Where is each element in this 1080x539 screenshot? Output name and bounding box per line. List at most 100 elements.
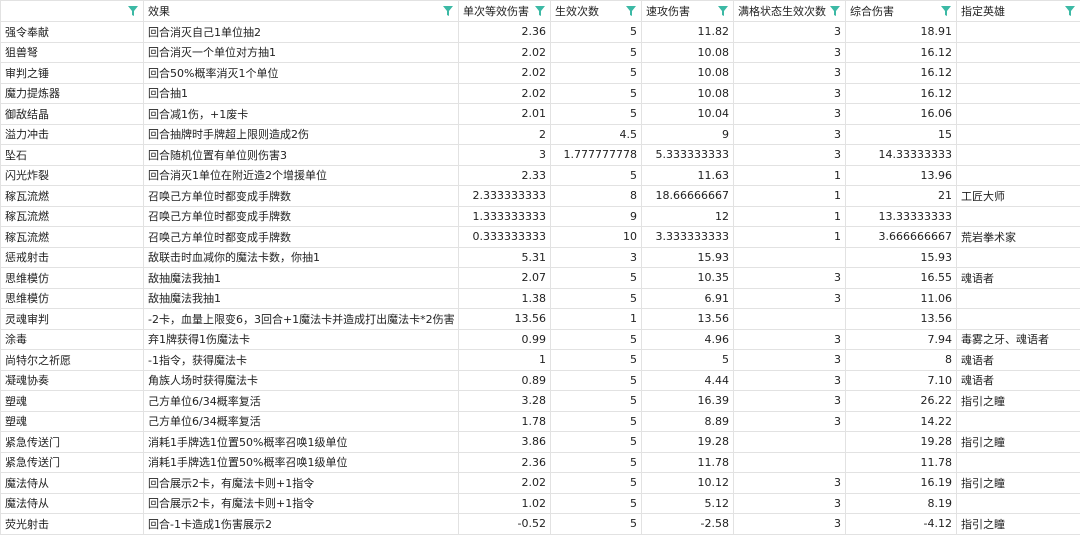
cell-single-damage[interactable]: 3 bbox=[458, 144, 551, 166]
cell-trigger-count[interactable]: 5 bbox=[550, 21, 642, 43]
cell-total-damage[interactable]: 14.22 bbox=[845, 410, 957, 432]
cell-effect[interactable]: 回合展示2卡，有魔法卡则+1指令 bbox=[143, 492, 459, 514]
cell-trigger-count[interactable]: 9 bbox=[550, 205, 642, 227]
cell-single-damage[interactable]: 3.28 bbox=[458, 390, 551, 412]
cell-rush-damage[interactable]: 19.28 bbox=[641, 431, 734, 453]
cell-full-trigger-count[interactable]: 3 bbox=[733, 328, 846, 350]
cell-full-trigger-count[interactable] bbox=[733, 308, 846, 330]
cell-card-name[interactable]: 惩戒射击 bbox=[0, 246, 144, 268]
cell-hero[interactable]: 毒雾之牙、魂语者 bbox=[956, 328, 1080, 350]
cell-total-damage[interactable]: 7.94 bbox=[845, 328, 957, 350]
cell-full-trigger-count[interactable]: 3 bbox=[733, 390, 846, 412]
filter-icon[interactable] bbox=[829, 5, 841, 17]
cell-rush-damage[interactable]: 5.333333333 bbox=[641, 144, 734, 166]
cell-rush-damage[interactable]: 10.08 bbox=[641, 41, 734, 63]
cell-single-damage[interactable]: 2.02 bbox=[458, 82, 551, 104]
cell-full-trigger-count[interactable] bbox=[733, 246, 846, 268]
cell-full-trigger-count[interactable]: 3 bbox=[733, 369, 846, 391]
cell-card-name[interactable]: 稼瓦流燃 bbox=[0, 205, 144, 227]
cell-total-damage[interactable]: 19.28 bbox=[845, 431, 957, 453]
cell-effect[interactable]: 敌抽魔法我抽1 bbox=[143, 287, 459, 309]
cell-trigger-count[interactable]: 5 bbox=[550, 451, 642, 473]
cell-hero[interactable]: 指引之瞳 bbox=[956, 513, 1080, 535]
column-header-trigger-count[interactable]: 生效次数 bbox=[550, 0, 642, 22]
cell-single-damage[interactable]: 2.07 bbox=[458, 267, 551, 289]
cell-rush-damage[interactable]: 4.96 bbox=[641, 328, 734, 350]
cell-single-damage[interactable]: 2.33 bbox=[458, 164, 551, 186]
cell-card-name[interactable]: 闪光炸裂 bbox=[0, 164, 144, 186]
cell-trigger-count[interactable]: 5 bbox=[550, 492, 642, 514]
cell-card-name[interactable]: 思维模仿 bbox=[0, 267, 144, 289]
cell-hero[interactable] bbox=[956, 410, 1080, 432]
cell-total-damage[interactable]: 18.91 bbox=[845, 21, 957, 43]
cell-single-damage[interactable]: 2.01 bbox=[458, 103, 551, 125]
cell-total-damage[interactable]: 8 bbox=[845, 349, 957, 371]
cell-rush-damage[interactable]: 5.12 bbox=[641, 492, 734, 514]
column-header-rush-damage[interactable]: 速攻伤害 bbox=[641, 0, 734, 22]
cell-effect[interactable]: 回合-1卡造成1伤害展示2 bbox=[143, 513, 459, 535]
cell-total-damage[interactable]: 15.93 bbox=[845, 246, 957, 268]
cell-card-name[interactable]: 尚特尔之祈愿 bbox=[0, 349, 144, 371]
cell-trigger-count[interactable]: 5 bbox=[550, 62, 642, 84]
cell-effect[interactable]: 召唤己方单位时都变成手牌数 bbox=[143, 185, 459, 207]
cell-effect[interactable]: 回合展示2卡，有魔法卡则+1指令 bbox=[143, 472, 459, 494]
cell-trigger-count[interactable]: 5 bbox=[550, 41, 642, 63]
cell-hero[interactable]: 魂语者 bbox=[956, 369, 1080, 391]
cell-trigger-count[interactable]: 5 bbox=[550, 164, 642, 186]
cell-trigger-count[interactable]: 5 bbox=[550, 390, 642, 412]
cell-card-name[interactable]: 紧急传送门 bbox=[0, 451, 144, 473]
cell-total-damage[interactable]: 16.12 bbox=[845, 82, 957, 104]
cell-single-damage[interactable]: 2.333333333 bbox=[458, 185, 551, 207]
cell-rush-damage[interactable]: 11.78 bbox=[641, 451, 734, 473]
cell-hero[interactable] bbox=[956, 246, 1080, 268]
cell-hero[interactable] bbox=[956, 103, 1080, 125]
cell-single-damage[interactable]: 0.333333333 bbox=[458, 226, 551, 248]
cell-single-damage[interactable]: -0.52 bbox=[458, 513, 551, 535]
cell-effect[interactable]: 角族人场时获得魔法卡 bbox=[143, 369, 459, 391]
cell-card-name[interactable]: 紧急传送门 bbox=[0, 431, 144, 453]
cell-hero[interactable] bbox=[956, 41, 1080, 63]
cell-trigger-count[interactable]: 10 bbox=[550, 226, 642, 248]
cell-effect[interactable]: 召唤己方单位时都变成手牌数 bbox=[143, 205, 459, 227]
filter-icon[interactable] bbox=[625, 5, 637, 17]
column-header-effect[interactable]: 效果 bbox=[143, 0, 459, 22]
cell-card-name[interactable]: 稼瓦流燃 bbox=[0, 226, 144, 248]
cell-card-name[interactable]: 魔法侍从 bbox=[0, 492, 144, 514]
cell-hero[interactable] bbox=[956, 308, 1080, 330]
cell-full-trigger-count[interactable]: 3 bbox=[733, 287, 846, 309]
cell-hero[interactable]: 魂语者 bbox=[956, 349, 1080, 371]
cell-full-trigger-count[interactable]: 3 bbox=[733, 103, 846, 125]
cell-rush-damage[interactable]: 12 bbox=[641, 205, 734, 227]
cell-trigger-count[interactable]: 5 bbox=[550, 287, 642, 309]
cell-single-damage[interactable]: 2.36 bbox=[458, 451, 551, 473]
cell-hero[interactable]: 指引之瞳 bbox=[956, 472, 1080, 494]
cell-card-name[interactable]: 魔力提炼器 bbox=[0, 82, 144, 104]
cell-total-damage[interactable]: 11.06 bbox=[845, 287, 957, 309]
cell-single-damage[interactable]: 2.02 bbox=[458, 472, 551, 494]
cell-trigger-count[interactable]: 8 bbox=[550, 185, 642, 207]
cell-total-damage[interactable]: 13.33333333 bbox=[845, 205, 957, 227]
cell-hero[interactable]: 指引之瞳 bbox=[956, 431, 1080, 453]
cell-card-name[interactable]: 灵魂审判 bbox=[0, 308, 144, 330]
cell-full-trigger-count[interactable] bbox=[733, 451, 846, 473]
cell-effect[interactable]: 回合消灭1单位在附近造2个增援单位 bbox=[143, 164, 459, 186]
cell-total-damage[interactable]: -4.12 bbox=[845, 513, 957, 535]
cell-effect[interactable]: 己方单位6/34概率复活 bbox=[143, 390, 459, 412]
cell-effect[interactable]: 回合减1伤，+1废卡 bbox=[143, 103, 459, 125]
cell-rush-damage[interactable]: 13.56 bbox=[641, 308, 734, 330]
cell-card-name[interactable]: 溢力冲击 bbox=[0, 123, 144, 145]
cell-single-damage[interactable]: 1.38 bbox=[458, 287, 551, 309]
cell-card-name[interactable]: 审判之锤 bbox=[0, 62, 144, 84]
column-header-full-trigger-count[interactable]: 满格状态生效次数 bbox=[733, 0, 846, 22]
cell-total-damage[interactable]: 7.10 bbox=[845, 369, 957, 391]
cell-single-damage[interactable]: 1 bbox=[458, 349, 551, 371]
cell-hero[interactable]: 荒岩拳术家 bbox=[956, 226, 1080, 248]
cell-single-damage[interactable]: 1.78 bbox=[458, 410, 551, 432]
cell-rush-damage[interactable]: 9 bbox=[641, 123, 734, 145]
cell-total-damage[interactable]: 16.19 bbox=[845, 472, 957, 494]
column-header-total-damage[interactable]: 综合伤害 bbox=[845, 0, 957, 22]
cell-total-damage[interactable]: 26.22 bbox=[845, 390, 957, 412]
cell-total-damage[interactable]: 3.666666667 bbox=[845, 226, 957, 248]
column-header-card-name[interactable] bbox=[0, 0, 144, 22]
cell-trigger-count[interactable]: 5 bbox=[550, 431, 642, 453]
